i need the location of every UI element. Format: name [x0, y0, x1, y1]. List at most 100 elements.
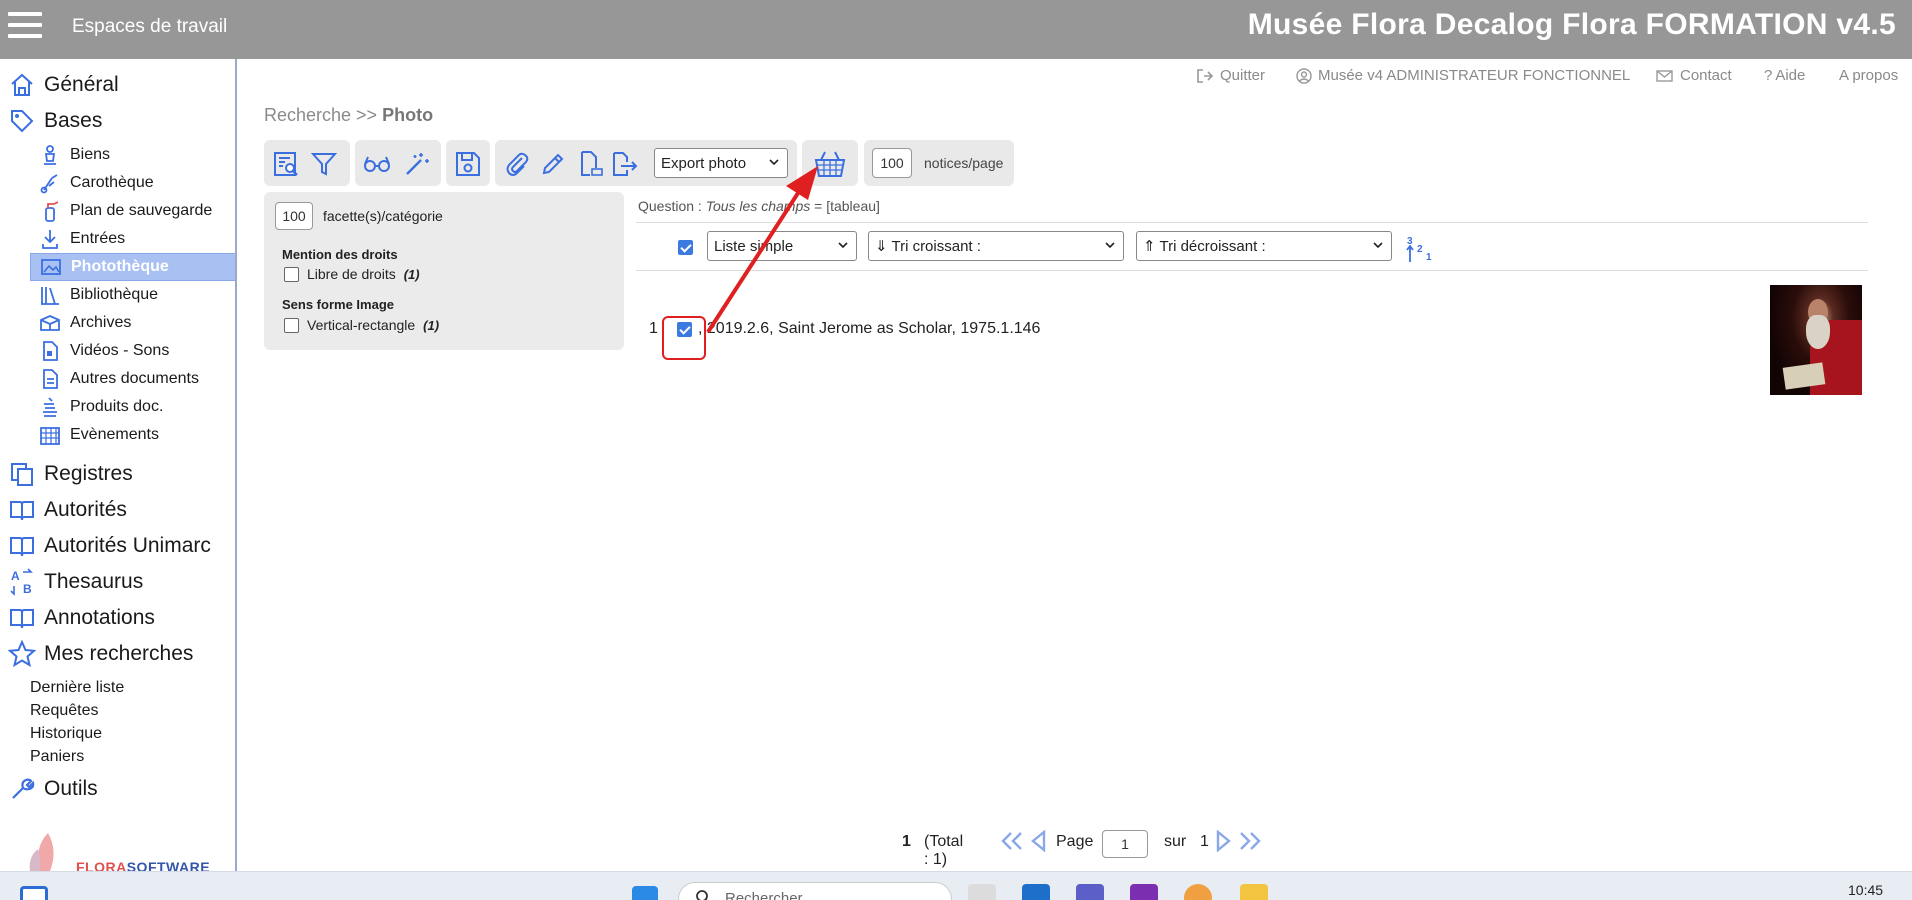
svg-text:A: A — [11, 569, 20, 583]
sidebar-item-archives[interactable]: Archives — [30, 309, 235, 337]
toolbar-group-paging: 100 notices/page — [864, 140, 1014, 186]
sidebar-item-evenements[interactable]: Evènements — [30, 421, 235, 449]
print-document-icon[interactable] — [575, 148, 607, 180]
sidebar-item-bibliotheque[interactable]: Bibliothèque — [30, 281, 235, 309]
searches-item-derniere-liste[interactable]: Dernière liste — [30, 679, 124, 697]
chevron-down-icon — [1105, 242, 1115, 249]
facets-per-category-input[interactable]: 100 — [275, 202, 313, 230]
breadcrumb: Recherche >> Photo — [264, 105, 434, 125]
search-icon — [695, 889, 713, 900]
wrench-icon — [0, 776, 44, 802]
desktop-icon[interactable] — [20, 886, 48, 900]
last-page-icon[interactable] — [1238, 830, 1262, 857]
magic-wand-icon[interactable] — [401, 148, 433, 180]
searches-item-paniers[interactable]: Paniers — [30, 748, 84, 766]
logout-icon — [1197, 68, 1214, 83]
paperclip-icon[interactable] — [501, 148, 533, 180]
top-bar: Espaces de travail Musée Flora Decalog F… — [0, 0, 1912, 59]
taskbar-search[interactable]: Rechercher — [678, 882, 952, 900]
sidebar-item-plan-sauvegarde[interactable]: Plan de sauvegarde — [30, 197, 235, 225]
sidebar-item-carotheque[interactable]: Carothèque — [30, 169, 235, 197]
facet-checkbox[interactable] — [284, 266, 299, 282]
sidebar-item-autorites[interactable]: Autorités — [0, 492, 235, 528]
search-list-icon[interactable] — [270, 148, 302, 180]
thesaurus-icon: AB — [0, 568, 44, 596]
sort-descending-select[interactable]: ⇑ Tri décroissant : — [1136, 231, 1392, 261]
sidebar-item-videos-sons[interactable]: Vidéos - Sons — [30, 337, 235, 365]
tag-icon — [0, 108, 44, 134]
facet-title-image-orientation: Sens forme Image — [282, 297, 394, 312]
outlook-icon[interactable] — [1022, 884, 1050, 900]
video-file-icon — [30, 340, 70, 362]
sidebar-item-general[interactable]: Général — [0, 67, 235, 103]
home-icon — [0, 72, 44, 98]
next-page-icon[interactable] — [1216, 829, 1232, 857]
star-icon — [0, 640, 44, 668]
sort-ascending-select[interactable]: ⇓ Tri croissant : — [868, 231, 1124, 261]
sidebar-item-phototheque[interactable]: Photothèque — [30, 253, 235, 281]
sidebar-item-thesaurus[interactable]: AB Thesaurus — [0, 564, 235, 600]
sidebar-item-annotations[interactable]: Annotations — [0, 600, 235, 636]
export-icon[interactable] — [609, 148, 641, 180]
firefox-icon[interactable] — [1184, 884, 1212, 900]
pencil-icon[interactable] — [537, 148, 569, 180]
first-page-icon[interactable] — [1000, 830, 1024, 857]
sort-numeric-icon[interactable]: 321 — [1404, 234, 1434, 269]
toolbar-group-search — [264, 140, 350, 186]
workspaces-link[interactable]: Espaces de travail — [72, 16, 227, 38]
contact-link[interactable]: Contact — [1656, 67, 1732, 84]
calendar-icon — [30, 424, 70, 446]
about-link[interactable]: A propos — [1839, 67, 1898, 84]
save-icon[interactable] — [452, 148, 484, 180]
sidebar-item-entrees[interactable]: Entrées — [30, 225, 235, 253]
books-icon — [30, 284, 70, 306]
sidebar-item-mes-recherches[interactable]: Mes recherches — [0, 636, 235, 672]
menu-icon[interactable] — [8, 12, 42, 40]
searches-item-requetes[interactable]: Requêtes — [30, 702, 99, 720]
help-link[interactable]: ? Aide — [1764, 67, 1805, 84]
top-links: Quitter Musée v4 ADMINISTRATEUR FONCTION… — [1180, 67, 1900, 87]
extinguisher-icon — [30, 200, 70, 222]
flora-software-logo: FLORASOFTWARE — [20, 827, 220, 871]
sidebar-item-produits-doc[interactable]: Produits doc. — [30, 393, 235, 421]
windows-start-icon[interactable] — [632, 886, 658, 900]
file-explorer-icon[interactable] — [1240, 884, 1268, 900]
sidebar-item-bases[interactable]: Bases — [0, 103, 235, 139]
svg-text:B: B — [23, 582, 32, 596]
per-page-input[interactable]: 100 — [872, 148, 912, 178]
book-icon — [0, 533, 44, 559]
document-icon — [30, 368, 70, 390]
sidebar-item-biens[interactable]: Biens — [30, 141, 235, 169]
facet-option-vertical-rectangle[interactable]: Vertical-rectangle (1) — [284, 317, 439, 333]
image-icon — [31, 257, 71, 277]
sidebar-item-autorites-unimarc[interactable]: Autorités Unimarc — [0, 528, 235, 564]
sidebar-item-outils[interactable]: Outils — [0, 771, 235, 807]
toolbar-group-view — [355, 140, 441, 186]
select-all-checkbox[interactable] — [678, 240, 693, 255]
facets-per-category-label: facette(s)/catégorie — [323, 208, 443, 224]
svg-text:2: 2 — [1417, 244, 1423, 255]
result-thumbnail[interactable] — [1770, 285, 1862, 395]
map-pin-icon — [30, 172, 70, 194]
teams-icon[interactable] — [1076, 884, 1104, 900]
stack-icon — [30, 396, 70, 418]
previous-page-icon[interactable] — [1030, 829, 1046, 857]
annotation-arrow-icon — [706, 166, 818, 334]
quit-link[interactable]: Quitter — [1196, 67, 1265, 84]
filter-icon[interactable] — [308, 148, 340, 180]
download-icon — [30, 228, 70, 250]
clock: 10:45 — [1848, 882, 1884, 898]
app-title: Musée Flora Decalog Flora FORMATION v4.5 — [1247, 8, 1896, 41]
svg-text:1: 1 — [1426, 252, 1432, 263]
taskbar-app-icon[interactable] — [968, 884, 996, 900]
user-link[interactable]: Musée v4 ADMINISTRATEUR FONCTIONNEL — [1296, 67, 1630, 84]
glasses-icon[interactable] — [361, 148, 393, 180]
facet-checkbox[interactable] — [284, 317, 299, 333]
facet-option-libre-de-droits[interactable]: Libre de droits (1) — [284, 266, 420, 282]
registers-icon — [0, 461, 44, 487]
sidebar-item-autres-documents[interactable]: Autres documents — [30, 365, 235, 393]
page-number-input[interactable]: 1 — [1102, 830, 1148, 858]
searches-item-historique[interactable]: Historique — [30, 725, 102, 743]
onenote-icon[interactable] — [1130, 884, 1158, 900]
sidebar-item-registres[interactable]: Registres — [0, 456, 235, 492]
